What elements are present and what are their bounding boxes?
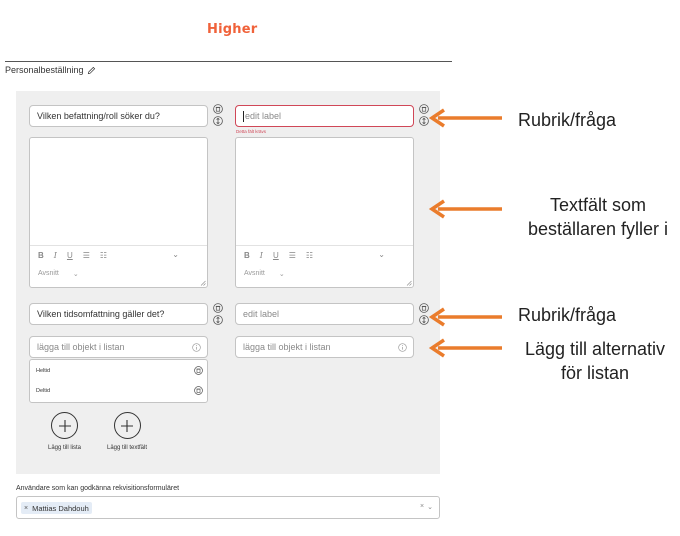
resize-handle-icon[interactable] — [406, 280, 412, 286]
paragraph-label: Avsnitt — [244, 270, 265, 277]
question-text: Vilken befattning/roll söker du? — [37, 111, 160, 121]
rich-text-editor-right[interactable]: B I U ☰ ☷ ⌄ Avsnitt ⌄ — [235, 137, 414, 288]
delete-icon[interactable] — [213, 104, 223, 114]
plus-icon — [58, 419, 71, 432]
list-item-input-left[interactable]: lägga till objekt i listan — [29, 336, 208, 358]
breadcrumb-label: Personalbeställning — [5, 65, 84, 75]
add-textfield-label: Lägg till textfält — [107, 445, 148, 451]
question-field-scope[interactable]: Vilken tidsomfattning gäller det? — [29, 303, 208, 325]
list-item: Deltid — [36, 388, 51, 394]
clear-icon[interactable]: × — [420, 503, 424, 511]
question-text: Vilken tidsomfattning gäller det? — [37, 309, 165, 319]
approvers-label: Användare som kan godkänna rekvisitionsf… — [16, 485, 180, 492]
arrow-left-icon — [428, 108, 502, 128]
delete-icon[interactable] — [194, 386, 203, 395]
info-icon — [398, 343, 407, 352]
breadcrumb: Personalbeställning — [5, 65, 96, 75]
info-icon — [192, 343, 201, 352]
annotation-heading-2: Rubrik/fråga — [518, 305, 617, 325]
bold-button[interactable]: B — [244, 251, 250, 260]
more-chevron-icon[interactable]: ⌄ — [172, 250, 179, 259]
move-icon[interactable] — [213, 116, 223, 126]
annotation-line: Textfält som — [549, 195, 647, 215]
ordered-list-button[interactable]: ☰ — [289, 251, 296, 260]
add-textfield-button[interactable]: Lägg till textfält — [107, 412, 147, 451]
italic-button[interactable]: I — [54, 251, 57, 260]
more-chevron-icon[interactable]: ⌄ — [378, 250, 385, 259]
editor-toolbar: B I U ☰ ☷ ⌄ Avsnitt ⌄ — [30, 245, 207, 287]
paragraph-select[interactable]: Avsnitt ⌄ — [38, 270, 79, 278]
paragraph-label: Avsnitt — [38, 270, 59, 277]
bullet-list-button[interactable]: ☷ — [306, 251, 313, 260]
delete-icon[interactable] — [194, 366, 203, 375]
underline-button[interactable]: U — [67, 251, 73, 260]
text-cursor — [243, 110, 244, 122]
question-field-role[interactable]: Vilken befattning/roll söker du? — [29, 105, 208, 127]
plus-circle — [51, 412, 79, 439]
editor-toolbar: B I U ☰ ☷ ⌄ Avsnitt ⌄ — [236, 245, 413, 287]
higher-logo: Higher — [207, 22, 258, 37]
field-actions — [213, 104, 224, 126]
list-input-placeholder: lägga till objekt i listan — [37, 342, 125, 352]
list-options: Heltid Deltid — [29, 359, 208, 403]
chevron-down-icon: ⌄ — [72, 271, 79, 278]
select-indicators: × ⌄ — [420, 503, 433, 511]
list-item-input-right[interactable]: lägga till objekt i listan — [235, 336, 414, 358]
edit-label-input-1[interactable]: edit label — [235, 105, 414, 127]
selected-user-name: Mattias Dahdouh — [32, 503, 89, 513]
selected-user-tag: × Mattias Dahdouh — [21, 502, 92, 514]
annotation-textfield: Textfält som beställaren fyller i — [518, 193, 678, 241]
error-message: Detta fält krävs — [236, 129, 267, 134]
edit-label-placeholder: edit label — [245, 111, 282, 121]
annotation-line: Lägg till alternativ — [524, 339, 666, 359]
form-builder-panel: Vilken befattning/roll söker du? edit la… — [16, 91, 440, 474]
edit-label-input-2[interactable]: edit label — [235, 303, 414, 325]
remove-tag-icon[interactable]: × — [24, 505, 28, 512]
ordered-list-button[interactable]: ☰ — [83, 251, 90, 260]
list-item: Heltid — [36, 368, 51, 374]
plus-circle — [113, 412, 141, 439]
list-input-placeholder: lägga till objekt i listan — [243, 342, 331, 352]
resize-handle-icon[interactable] — [200, 280, 206, 286]
arrow-left-icon — [428, 199, 502, 219]
annotation-line: för listan — [560, 363, 630, 383]
approvers-select[interactable]: × Mattias Dahdouh × ⌄ — [16, 496, 440, 519]
delete-icon[interactable] — [213, 303, 223, 313]
annotation-heading: Rubrik/fråga — [518, 110, 617, 130]
arrow-left-icon — [428, 338, 502, 358]
annotation-line: beställaren fyller i — [527, 219, 669, 239]
plus-icon — [121, 419, 134, 432]
edit-label-placeholder: edit label — [243, 309, 280, 319]
move-icon[interactable] — [213, 315, 223, 325]
bold-button[interactable]: B — [38, 251, 44, 260]
bullet-list-button[interactable]: ☷ — [100, 251, 107, 260]
header-divider — [5, 61, 452, 62]
chevron-down-icon[interactable]: ⌄ — [427, 503, 433, 511]
rich-text-editor-left[interactable]: B I U ☰ ☷ ⌄ Avsnitt ⌄ — [29, 137, 208, 288]
add-list-button[interactable]: Lägg till lista — [48, 412, 81, 451]
field-actions — [213, 303, 224, 325]
paragraph-select[interactable]: Avsnitt ⌄ — [244, 270, 285, 278]
add-list-label: Lägg till lista — [48, 445, 82, 451]
pencil-icon[interactable] — [87, 66, 96, 75]
italic-button[interactable]: I — [260, 251, 263, 260]
arrow-left-icon — [428, 307, 502, 327]
annotation-list: Lägg till alternativ för listan — [513, 337, 677, 385]
underline-button[interactable]: U — [273, 251, 279, 260]
chevron-down-icon: ⌄ — [278, 271, 285, 278]
